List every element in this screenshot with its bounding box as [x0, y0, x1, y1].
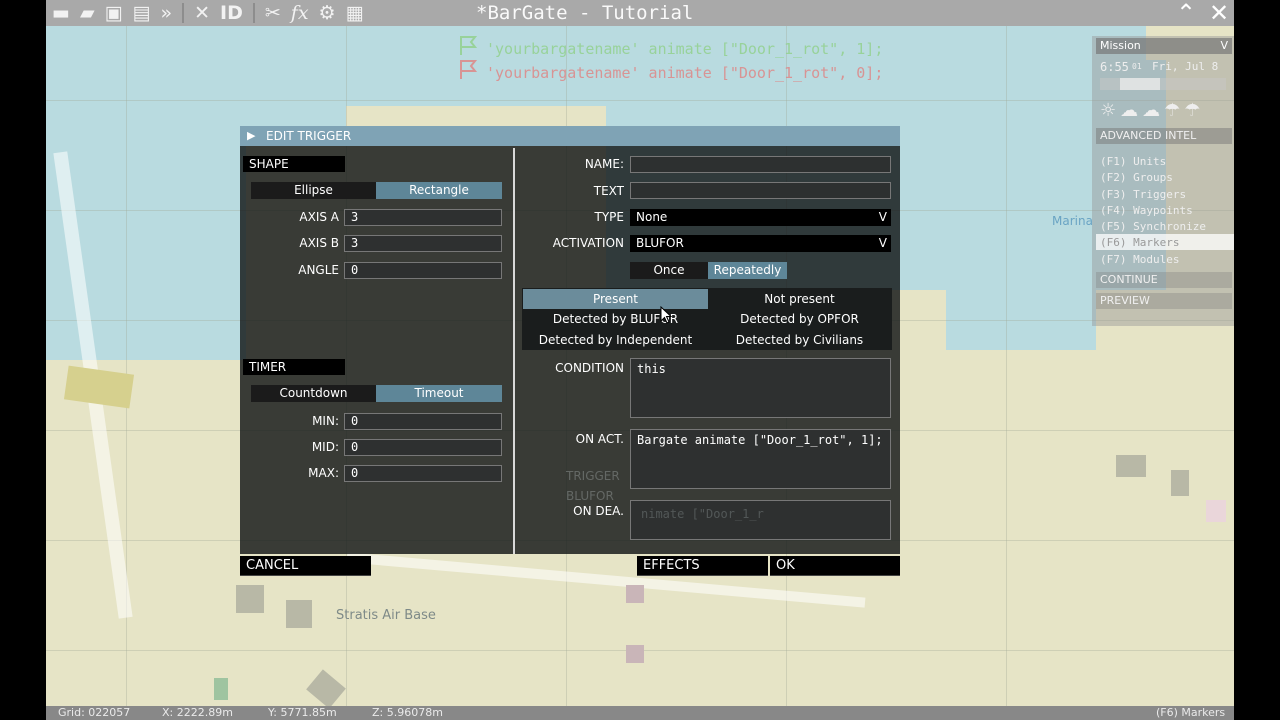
chevron-down-icon[interactable]: V [879, 209, 887, 226]
status-y: Y: 5771.85m [268, 706, 337, 719]
axis-a-label: AXIS A [299, 210, 339, 224]
save-icon[interactable]: ▣ [105, 0, 123, 26]
chevron-down-icon[interactable]: V [1220, 38, 1228, 54]
function-icon[interactable]: fx [291, 0, 309, 26]
mid-field[interactable]: 0 [344, 439, 502, 456]
angle-field[interactable]: 0 [344, 262, 502, 279]
bg-trigger-text: TRIGGER BLUFOR [566, 469, 620, 503]
dialog-divider [513, 148, 515, 554]
map-label-air-base: Stratis Air Base [336, 608, 436, 623]
time-slider[interactable] [1100, 78, 1226, 90]
shape-ellipse-toggle[interactable]: Ellipse [251, 182, 376, 199]
export-icon[interactable]: » [160, 0, 172, 26]
mode-markers[interactable]: (F6) Markers [1100, 236, 1179, 249]
save-as-icon[interactable]: ▤ [133, 0, 151, 26]
open-icon[interactable]: ▰ [80, 0, 95, 26]
close-icon[interactable]: ✕ [1209, 0, 1229, 26]
mission-time-seconds: 01 [1132, 62, 1142, 71]
mode-groups[interactable]: (F2) Groups [1100, 171, 1173, 184]
axis-a-field[interactable]: 3 [344, 209, 502, 226]
max-label: MAX: [308, 466, 339, 480]
status-z: Z: 5.96078m [372, 706, 443, 719]
weather-icons[interactable]: ☼☁☁☂☂ [1100, 100, 1204, 121]
mouse-cursor-icon [660, 306, 672, 324]
flag-marker-text: 'yourbargatename' animate ["Door_1_rot",… [486, 64, 884, 82]
dialog-title: EDIT TRIGGER [266, 129, 352, 143]
repeatedly-toggle[interactable]: Repeatedly [708, 262, 787, 279]
angle-label: ANGLE [298, 263, 339, 277]
on-dea-field[interactable]: nimate ["Door_1_r [630, 500, 891, 540]
on-dea-label: ON DEA. [573, 504, 624, 518]
name-field[interactable] [630, 156, 891, 173]
detected-by-civilians-option[interactable]: Detected by Civilians [708, 330, 891, 350]
status-bar: Grid: 022057 X: 2222.89m Y: 5771.85m Z: … [46, 706, 1234, 720]
chevron-down-icon[interactable]: V [879, 235, 887, 252]
mode-waypoints[interactable]: (F4) Waypoints [1100, 204, 1193, 217]
timer-header: TIMER [243, 359, 345, 375]
cancel-button[interactable]: CANCEL [240, 556, 371, 576]
not-present-option[interactable]: Not present [708, 289, 891, 309]
on-act-label: ON ACT. [575, 432, 624, 446]
flag-marker-icon[interactable] [458, 34, 480, 56]
type-select[interactable]: None V [630, 209, 891, 226]
bg-ondea-text: nimate ["Door_1_r [641, 507, 764, 521]
status-grid: Grid: 022057 [58, 706, 131, 719]
new-icon[interactable]: ▬ [52, 0, 70, 26]
shape-header: SHAPE [243, 156, 345, 172]
condition-field[interactable]: this [630, 358, 891, 418]
shape-rectangle-toggle[interactable]: Rectangle [376, 182, 502, 199]
detected-by-blufor-option[interactable]: Detected by BLUFOR [523, 309, 708, 329]
ok-button[interactable]: OK [770, 556, 900, 576]
flag-icon: ▶ [247, 129, 256, 142]
on-act-field[interactable]: Bargate animate ["Door_1_rot", 1]; [630, 429, 891, 489]
max-field[interactable]: 0 [344, 465, 502, 482]
sea-area [946, 280, 1096, 350]
activation-select[interactable]: BLUFOR V [630, 235, 891, 252]
detected-by-independent-option[interactable]: Detected by Independent [523, 330, 708, 350]
editor-titlebar: ▬ ▰ ▣ ▤ » ✕ ID ✂ fx ⚙ ▦ *BarGate - Tutor… [46, 0, 1234, 26]
preview-button[interactable]: PREVIEW [1096, 293, 1232, 309]
min-label: MIN: [312, 414, 339, 428]
continue-button[interactable]: CONTINUE [1096, 272, 1232, 288]
status-mode: (F6) Markers [1156, 706, 1226, 719]
map-label-marina: Marina [1052, 214, 1093, 228]
condition-label: CONDITION [555, 361, 624, 375]
once-toggle[interactable]: Once [630, 262, 708, 279]
mission-time: 6:55 [1100, 60, 1129, 74]
tools-icon[interactable]: ✂ [265, 0, 281, 26]
status-x: X: 2222.89m [162, 706, 233, 719]
effects-button[interactable]: EFFECTS [637, 556, 768, 576]
text-field[interactable] [630, 182, 891, 199]
timer-countdown-toggle[interactable]: Countdown [251, 385, 376, 402]
type-label: TYPE [594, 210, 624, 224]
mission-panel-header[interactable]: Mission V [1096, 38, 1232, 54]
flag-marker-icon[interactable] [458, 58, 480, 80]
minimize-icon[interactable]: ⌃ [1176, 0, 1196, 26]
activation-label: ACTIVATION [552, 236, 624, 250]
axis-b-label: AXIS B [299, 236, 339, 250]
layout-icon[interactable]: ▦ [346, 0, 364, 26]
id-icon[interactable]: ID [220, 0, 243, 26]
dialog-title-bar[interactable]: ▶ EDIT TRIGGER [240, 126, 900, 146]
center-icon[interactable]: ✕ [194, 0, 210, 26]
timer-timeout-toggle[interactable]: Timeout [376, 385, 502, 402]
window-title: *BarGate - Tutorial [476, 2, 694, 24]
mission-panel: Mission V 6:55 01 Fri, Jul 8 ☼☁☁☂☂ ADVAN… [1092, 36, 1234, 326]
mid-label: MID: [311, 440, 339, 454]
gear-icon[interactable]: ⚙ [319, 0, 336, 26]
detected-by-opfor-option[interactable]: Detected by OPFOR [708, 309, 891, 329]
mode-modules[interactable]: (F7) Modules [1100, 253, 1179, 266]
advanced-intel-button[interactable]: ADVANCED INTEL [1096, 128, 1232, 144]
name-label: NAME: [584, 157, 624, 171]
mission-date: Fri, Jul 8 [1152, 60, 1219, 73]
mode-units[interactable]: (F1) Units [1100, 155, 1166, 168]
mode-synchronize[interactable]: (F5) Synchronize [1100, 220, 1206, 233]
mode-triggers[interactable]: (F3) Triggers [1100, 188, 1186, 201]
text-label: TEXT [593, 184, 624, 198]
axis-b-field[interactable]: 3 [344, 235, 502, 252]
min-field[interactable]: 0 [344, 413, 502, 430]
flag-marker-text: 'yourbargatename' animate ["Door_1_rot",… [486, 40, 884, 58]
present-option[interactable]: Present [523, 289, 708, 309]
